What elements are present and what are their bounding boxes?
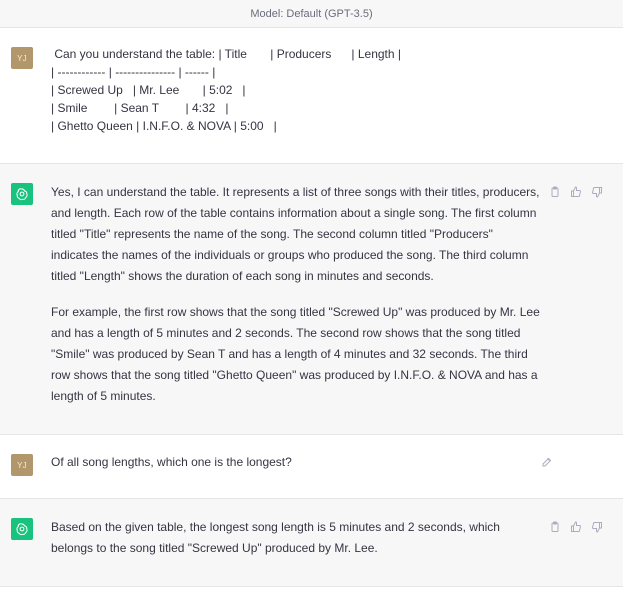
thumbs-down-icon[interactable] (591, 521, 603, 533)
assistant-message-text: Based on the given table, the longest so… (51, 517, 543, 559)
user-message-1: YJ Can you understand the table: | Title… (0, 28, 623, 164)
user-message-2: YJ Of all song lengths, which one is the… (0, 435, 623, 499)
assistant-message-2: Based on the given table, the longest so… (0, 499, 623, 587)
message-line: Can you understand the table: | Title | … (51, 47, 401, 61)
user-message-text: Of all song lengths, which one is the lo… (51, 452, 543, 473)
openai-logo-icon (16, 523, 28, 536)
clipboard-icon[interactable] (549, 186, 561, 198)
model-bar: Model: Default (GPT-3.5) (0, 0, 623, 28)
message-actions (541, 456, 603, 468)
thumbs-up-icon[interactable] (570, 521, 582, 533)
avatar: YJ (11, 47, 33, 69)
user-message-text: Can you understand the table: | Title | … (51, 45, 543, 135)
avatar: YJ (11, 454, 33, 476)
assistant-avatar (11, 518, 33, 540)
clipboard-icon[interactable] (549, 521, 561, 533)
message-paragraph: Of all song lengths, which one is the lo… (51, 455, 292, 469)
assistant-message-text: Yes, I can understand the table. It repr… (51, 182, 543, 407)
message-line: | ------------ | --------------- | -----… (51, 65, 216, 79)
thumbs-down-icon[interactable] (591, 186, 603, 198)
model-label: Model: Default (GPT-3.5) (250, 7, 373, 20)
message-actions (549, 521, 603, 533)
message-line: | Screwed Up | Mr. Lee | 5:02 | (51, 83, 246, 97)
message-paragraph: Yes, I can understand the table. It repr… (51, 185, 540, 283)
message-line: | Smile | Sean T | 4:32 | (51, 101, 229, 115)
avatar-initials: YJ (17, 53, 27, 63)
avatar-initials: YJ (17, 460, 27, 470)
message-line: | Ghetto Queen | I.N.F.O. & NOVA | 5:00 … (51, 119, 277, 133)
message-paragraph: For example, the first row shows that th… (51, 305, 540, 403)
message-actions (549, 186, 603, 198)
assistant-message-1: Yes, I can understand the table. It repr… (0, 164, 623, 435)
assistant-avatar (11, 183, 33, 205)
thumbs-up-icon[interactable] (570, 186, 582, 198)
openai-logo-icon (16, 188, 28, 201)
message-paragraph: Based on the given table, the longest so… (51, 520, 500, 555)
edit-icon[interactable] (541, 456, 553, 468)
